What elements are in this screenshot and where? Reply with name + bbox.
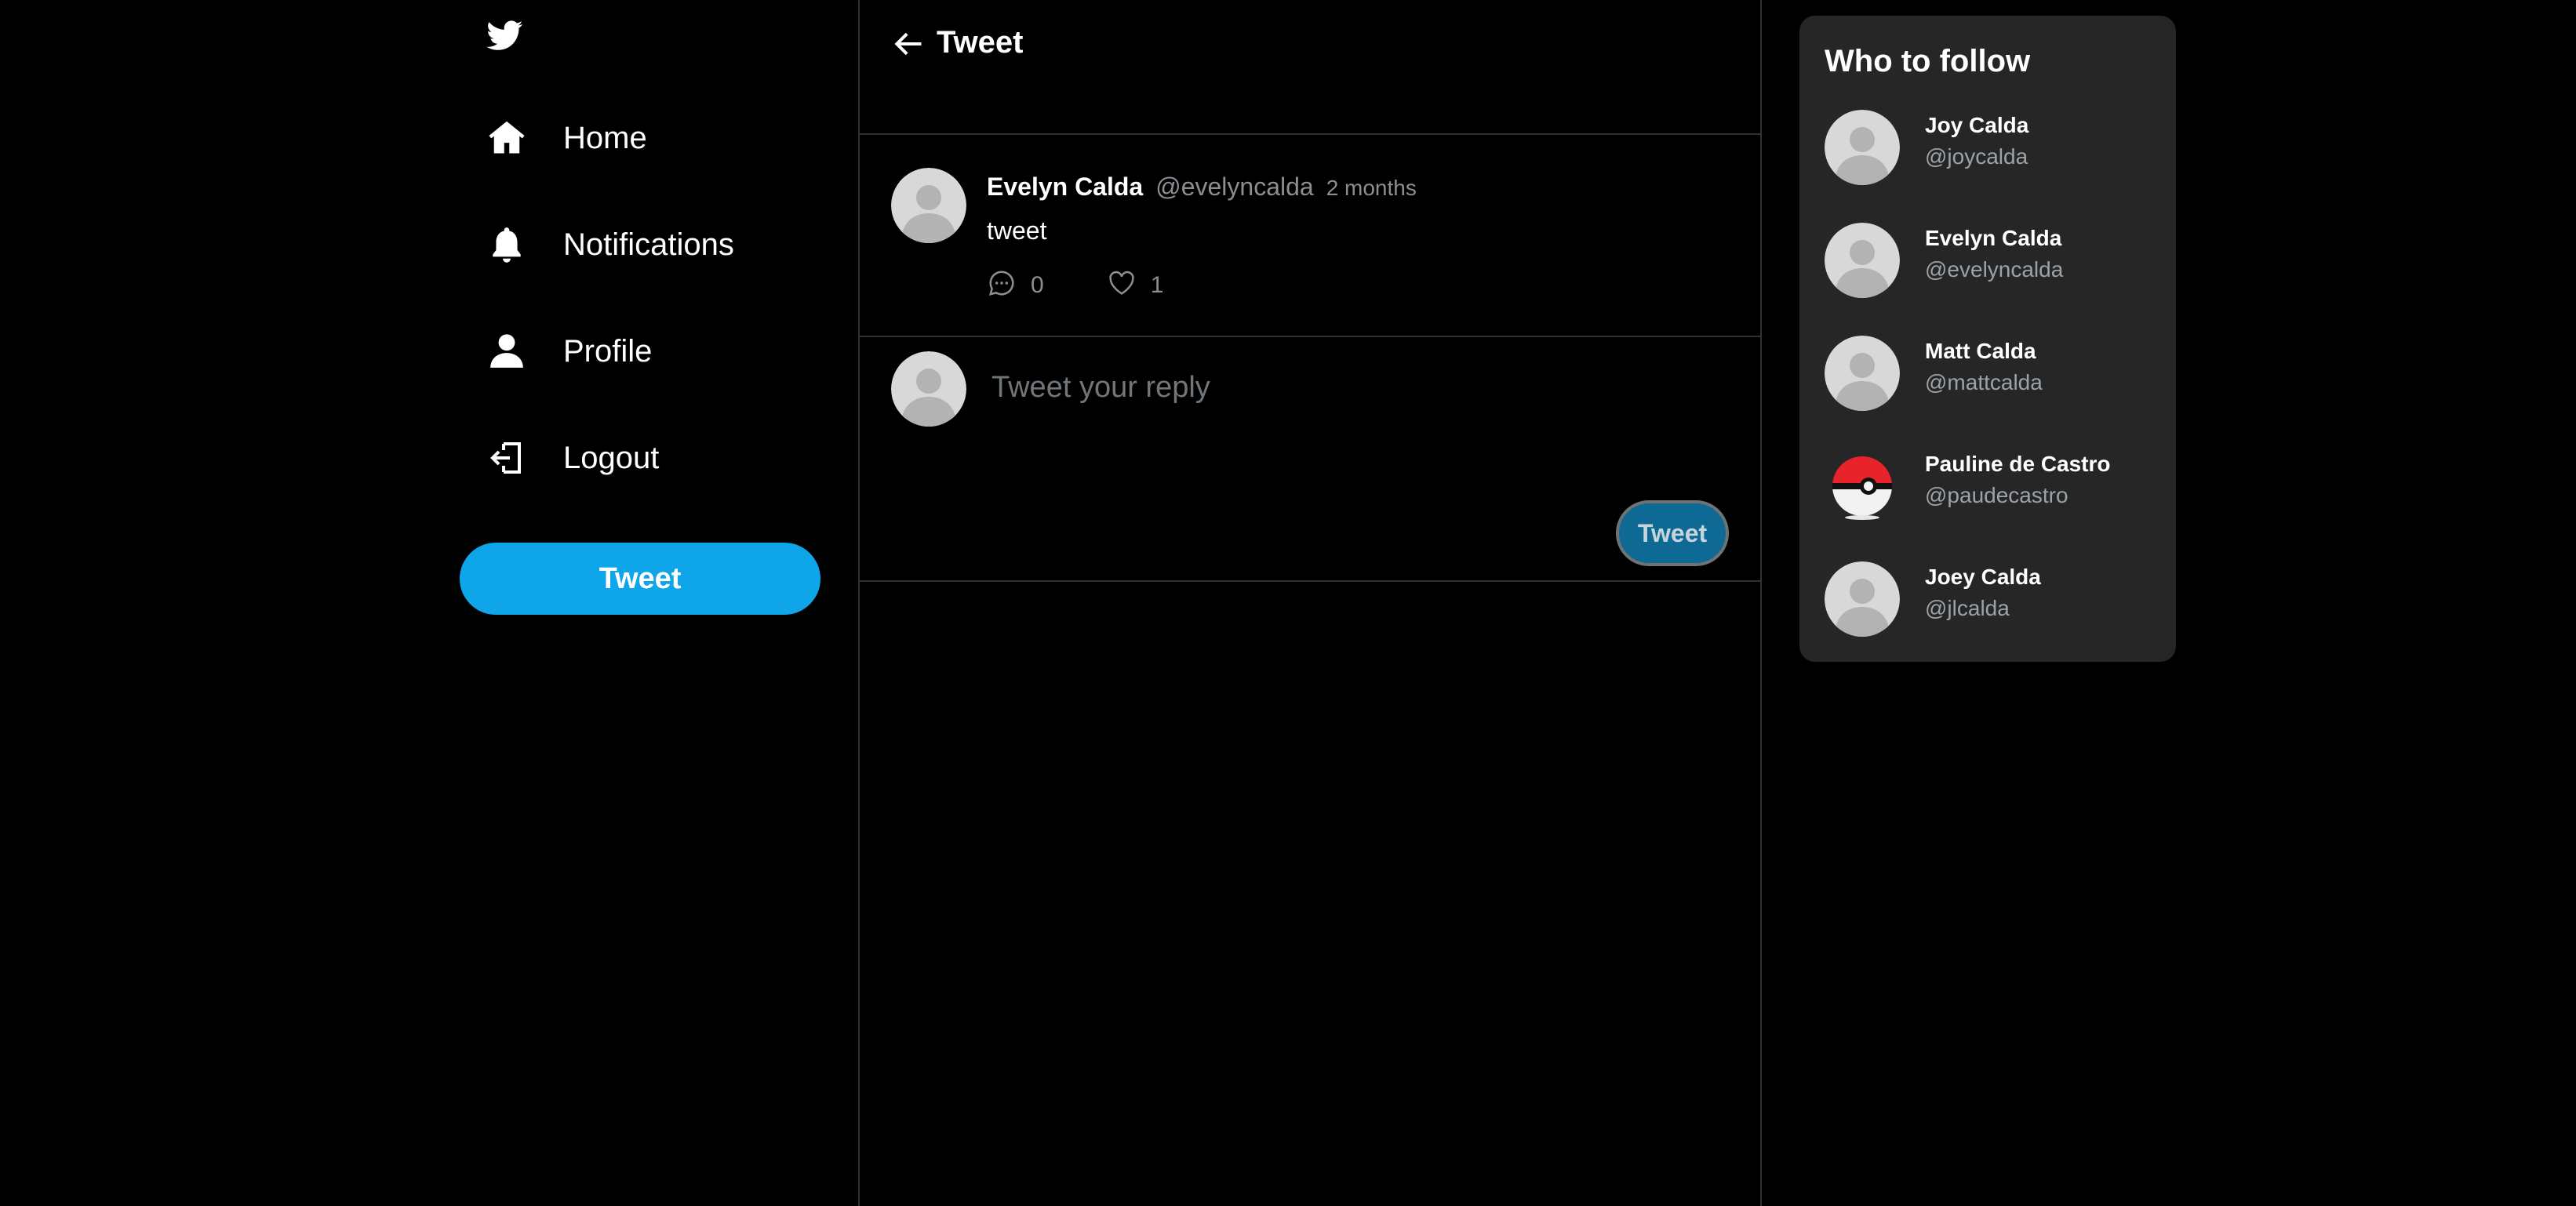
follow-suggestion[interactable]: Joy Calda @joycalda bbox=[1825, 110, 2154, 185]
reply-count: 0 bbox=[1031, 271, 1044, 298]
follow-suggestion[interactable]: Matt Calda @mattcalda bbox=[1825, 336, 2154, 411]
person-icon bbox=[485, 329, 529, 373]
reply-button[interactable]: 0 bbox=[987, 268, 1044, 302]
heart-icon bbox=[1107, 268, 1137, 302]
reply-input[interactable] bbox=[991, 362, 1697, 412]
nav-item-profile[interactable]: Profile bbox=[485, 320, 652, 383]
user-name[interactable]: Matt Calda bbox=[1925, 339, 2036, 364]
user-handle: @paudecastro bbox=[1925, 483, 2068, 507]
user-name[interactable]: Evelyn Calda bbox=[1925, 226, 2061, 251]
avatar[interactable] bbox=[1825, 223, 1900, 298]
follow-suggestion[interactable]: Evelyn Calda @evelyncalda bbox=[1825, 223, 2154, 298]
page-header: Tweet bbox=[860, 0, 1760, 135]
user-name[interactable]: Joy Calda bbox=[1925, 113, 2028, 138]
tweet-button[interactable]: Tweet bbox=[460, 543, 820, 615]
user-name[interactable]: Pauline de Castro bbox=[1925, 452, 2111, 477]
logout-icon bbox=[485, 436, 529, 480]
avatar[interactable] bbox=[891, 168, 966, 243]
nav-item-label: Notifications bbox=[563, 227, 734, 262]
follow-suggestion[interactable]: Pauline de Castro @paudecastro bbox=[1825, 449, 2154, 524]
nav-item-label: Profile bbox=[563, 333, 653, 369]
panel-title: Who to follow bbox=[1825, 44, 2031, 78]
tweet-header: Evelyn Calda @evelyncalda 2 months bbox=[987, 173, 1417, 202]
pokeball-avatar-icon[interactable] bbox=[1825, 449, 1900, 524]
home-icon bbox=[485, 116, 529, 160]
comment-icon bbox=[987, 268, 1017, 302]
reply-composer: Tweet bbox=[860, 339, 1760, 582]
nav-item-notifications[interactable]: Notifications bbox=[485, 213, 734, 276]
tweet-actions: 0 1 bbox=[987, 268, 1163, 302]
tweet-text: tweet bbox=[987, 216, 1047, 245]
reply-submit-button[interactable]: Tweet bbox=[1616, 500, 1729, 566]
tweet-card[interactable]: Evelyn Calda @evelyncalda 2 months tweet… bbox=[860, 136, 1760, 337]
user-handle: @jlcalda bbox=[1925, 596, 2010, 620]
like-count: 1 bbox=[1150, 271, 1164, 298]
author-handle[interactable]: @evelyncalda bbox=[1155, 173, 1313, 202]
nav-item-label: Home bbox=[563, 120, 647, 155]
twitter-bird-icon[interactable] bbox=[485, 17, 526, 53]
nav-item-label: Logout bbox=[563, 440, 660, 475]
follow-suggestion[interactable]: Joey Calda @jlcalda bbox=[1825, 561, 2154, 637]
sidebar: Home Notifications Profile Logout Tweet bbox=[460, 0, 820, 1206]
avatar bbox=[891, 351, 966, 427]
arrow-left-icon[interactable] bbox=[891, 27, 926, 61]
avatar[interactable] bbox=[1825, 336, 1900, 411]
main-column: Tweet Evelyn Calda @evelyncalda 2 months… bbox=[858, 0, 1762, 1206]
nav-item-logout[interactable]: Logout bbox=[485, 427, 659, 489]
page-title: Tweet bbox=[937, 25, 1024, 60]
bell-icon bbox=[485, 223, 529, 267]
who-to-follow-panel: Who to follow Joy Calda @joycalda Evelyn… bbox=[1799, 16, 2176, 662]
user-handle: @evelyncalda bbox=[1925, 257, 2064, 282]
author-name[interactable]: Evelyn Calda bbox=[987, 173, 1143, 202]
avatar[interactable] bbox=[1825, 561, 1900, 637]
tweet-timestamp: 2 months bbox=[1326, 176, 1417, 200]
nav-item-home[interactable]: Home bbox=[485, 107, 647, 169]
user-handle: @mattcalda bbox=[1925, 370, 2043, 394]
user-name[interactable]: Joey Calda bbox=[1925, 565, 2041, 590]
like-button[interactable]: 1 bbox=[1107, 268, 1164, 302]
avatar[interactable] bbox=[1825, 110, 1900, 185]
user-handle: @joycalda bbox=[1925, 144, 2028, 169]
